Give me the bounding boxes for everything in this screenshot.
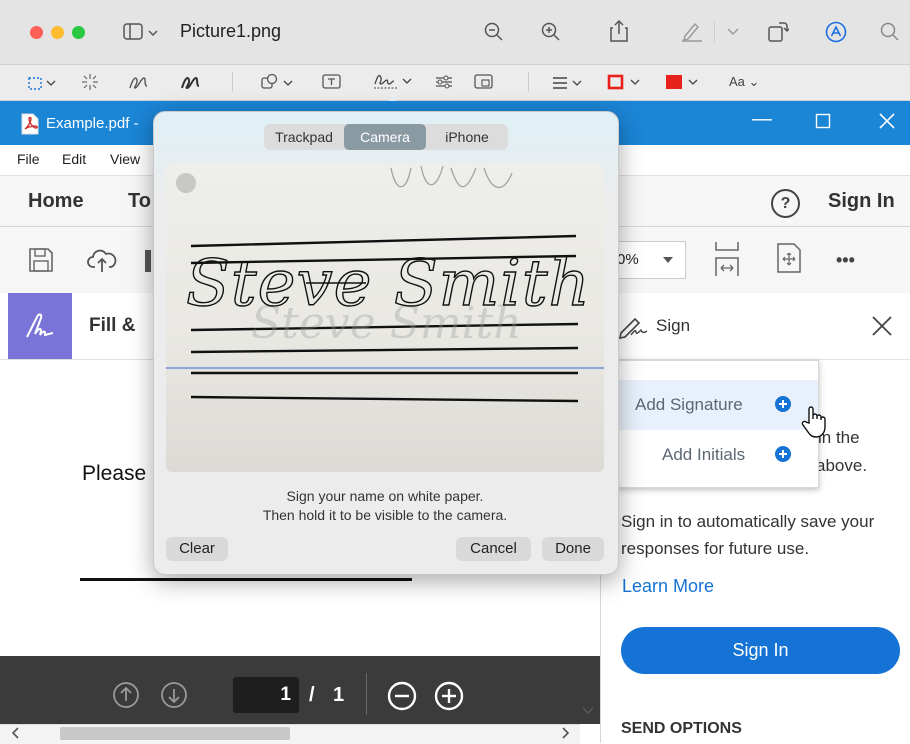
sketch-tool-icon[interactable]: [128, 72, 150, 92]
selection-tool-icon[interactable]: [28, 76, 66, 92]
zoom-dropdown[interactable]: 0%: [608, 241, 686, 279]
pdf-file-icon: [20, 113, 40, 135]
zoom-in-icon[interactable]: [541, 22, 561, 42]
maximize-button[interactable]: [815, 113, 831, 129]
scroll-left-icon[interactable]: [10, 727, 20, 739]
send-options-heading: SEND OPTIONS: [621, 720, 742, 737]
adjust-color-icon[interactable]: [434, 74, 454, 90]
captured-signature: Steve Smith: [186, 247, 591, 321]
instructions-line-2: Then hold it to be visible to the camera…: [262, 507, 508, 523]
hand-cursor-icon: [801, 405, 827, 439]
horizontal-scroll-thumb[interactable]: [60, 727, 290, 740]
fill-sign-tile[interactable]: [8, 293, 72, 359]
shape-style-icon[interactable]: [552, 76, 584, 90]
sign-pen-icon: [617, 311, 651, 339]
sign-dropdown-menu: Add Signature Add Initials: [617, 360, 819, 488]
markup-divider: [232, 72, 233, 92]
markup-toolbar-icon[interactable]: [825, 21, 847, 43]
help-icon[interactable]: ?: [771, 189, 800, 218]
fill-color-icon[interactable]: [665, 74, 701, 90]
page-number-input[interactable]: 1: [233, 677, 299, 713]
highlight-pen-icon[interactable]: [680, 21, 704, 43]
share-icon[interactable]: [609, 19, 629, 43]
rotate-icon[interactable]: [767, 21, 789, 43]
document-text: Please: [82, 462, 147, 485]
add-signature-item[interactable]: Add Signature: [618, 380, 818, 430]
zoom-in-page-icon[interactable]: [433, 680, 465, 712]
toolbar-divider: [714, 22, 715, 42]
zoom-value: 0%: [617, 251, 639, 268]
page-navigation-bar: [0, 656, 600, 724]
print-icon[interactable]: [145, 250, 151, 272]
clear-button[interactable]: Clear: [166, 537, 228, 561]
scroll-down-icon[interactable]: [582, 706, 594, 716]
page-current: 1: [280, 684, 291, 705]
instant-alpha-icon[interactable]: [80, 72, 100, 92]
next-page-icon[interactable]: [160, 681, 188, 709]
zoom-out-icon[interactable]: [484, 22, 504, 42]
previous-page-icon[interactable]: [112, 681, 140, 709]
plus-circle-icon: [774, 445, 792, 463]
fit-page-icon[interactable]: [713, 241, 741, 277]
draw-tool-icon[interactable]: [180, 72, 202, 92]
plus-circle-icon: [774, 395, 792, 413]
menu-edit[interactable]: Edit: [62, 151, 86, 167]
sidebar-toggle-icon[interactable]: [123, 22, 159, 42]
top-sign-in-link[interactable]: Sign In: [828, 190, 895, 213]
sign-pane-title: Sign: [656, 316, 691, 335]
page-separator: /: [309, 684, 315, 706]
instructions-line-1: Sign your name on white paper.: [286, 488, 484, 504]
tab-home[interactable]: Home: [28, 190, 84, 213]
zoom-window-button[interactable]: [72, 26, 85, 39]
sign-tool-icon[interactable]: [372, 70, 412, 96]
camera-feed-image: Steve Smith Steve Smith: [166, 165, 604, 403]
close-button[interactable]: [878, 112, 896, 130]
more-tools-icon[interactable]: •••: [836, 250, 855, 271]
scroll-right-icon[interactable]: [561, 727, 571, 739]
document-title: Picture1.png: [180, 21, 282, 41]
shapes-tool-icon[interactable]: [260, 73, 296, 91]
signature-line: [80, 578, 412, 581]
menu-view[interactable]: View: [110, 151, 140, 167]
add-initials-label: Add Initials: [662, 445, 746, 464]
chevron-down-icon[interactable]: [727, 28, 739, 36]
cancel-button[interactable]: Cancel: [456, 537, 531, 561]
capture-instructions: Sign your name on white paper. Then hold…: [153, 487, 617, 525]
markup-divider-2: [528, 72, 529, 92]
zoom-out-page-icon[interactable]: [386, 680, 418, 712]
segment-trackpad[interactable]: Trackpad: [264, 124, 344, 150]
fill-sign-pen-icon: [24, 311, 58, 341]
camera-preview: Steve Smith Steve Smith: [166, 163, 604, 472]
fill-sign-label: Fill &: [89, 315, 136, 336]
obscured-text-2: above.: [816, 456, 868, 475]
page-total: 1: [333, 684, 345, 706]
nav-divider: [366, 673, 367, 715]
capture-source-segmented-control: Trackpad Camera iPhone: [264, 124, 508, 150]
zoom-dropdown-arrow-icon: [663, 257, 673, 263]
sign-in-button[interactable]: Sign In: [621, 627, 900, 674]
border-color-icon[interactable]: [607, 74, 643, 90]
text-style-button[interactable]: Aa ⌄: [729, 74, 759, 90]
menu-file[interactable]: File: [17, 151, 40, 167]
add-signature-label: Add Signature: [635, 395, 743, 414]
learn-more-link[interactable]: Learn More: [622, 576, 714, 597]
close-pane-icon[interactable]: [871, 315, 893, 337]
search-icon[interactable]: [880, 22, 900, 42]
text-tool-icon[interactable]: [322, 74, 342, 90]
adjust-size-icon[interactable]: [474, 74, 494, 90]
minimize-button[interactable]: —: [752, 108, 772, 131]
acrobat-window-title: Example.pdf -: [46, 115, 139, 132]
done-button[interactable]: Done: [542, 537, 604, 561]
full-screen-icon[interactable]: [776, 243, 802, 273]
segment-iphone[interactable]: iPhone: [426, 124, 508, 150]
upload-cloud-icon[interactable]: [87, 246, 117, 274]
save-icon[interactable]: [28, 247, 54, 273]
add-initials-item[interactable]: Add Initials: [618, 430, 818, 480]
segment-camera[interactable]: Camera: [344, 124, 426, 150]
close-window-button[interactable]: [30, 26, 43, 39]
sign-in-info-text: Sign in to automatically save your respo…: [621, 512, 875, 558]
minimize-window-button[interactable]: [51, 26, 64, 39]
tab-tools[interactable]: To: [128, 190, 151, 213]
